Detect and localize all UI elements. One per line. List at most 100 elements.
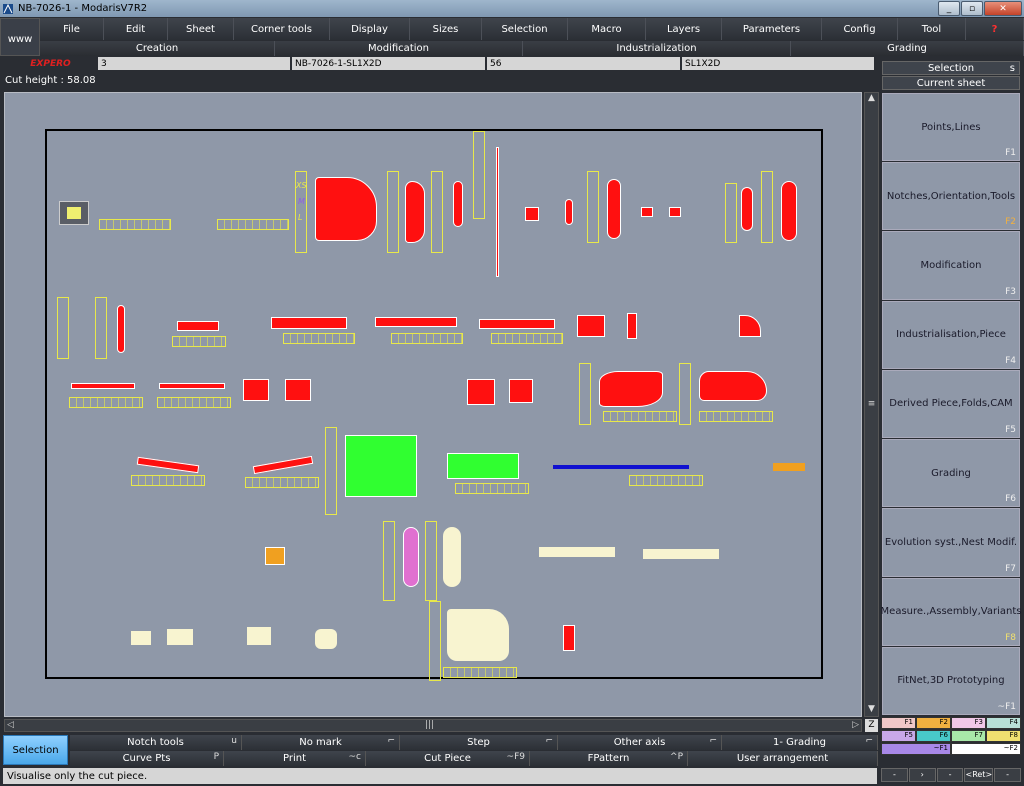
- scroll-left-icon[interactable]: ◁: [7, 720, 14, 730]
- fkey-f5[interactable]: F5: [881, 730, 916, 742]
- selection-button[interactable]: Selection s: [882, 61, 1020, 75]
- menu-macro[interactable]: Macro: [568, 18, 646, 40]
- fkey-shift-f2[interactable]: ~F2: [951, 743, 1021, 755]
- help-icon[interactable]: ?: [966, 18, 1024, 40]
- nav-return[interactable]: <Ret>: [964, 768, 994, 782]
- panel-industrialisation[interactable]: Industrialisation,Piece F4: [882, 300, 1020, 369]
- curve-pts-button[interactable]: Curve Pts P: [70, 751, 224, 766]
- scroll-up-icon[interactable]: ▲: [865, 93, 878, 105]
- selection-mode-button[interactable]: Selection: [3, 735, 68, 765]
- pattern-piece[interactable]: [781, 181, 797, 241]
- menu-edit[interactable]: Edit: [104, 18, 168, 40]
- pattern-piece-cream[interactable]: [315, 629, 337, 649]
- fpattern-button[interactable]: FPattern ^P: [530, 751, 688, 766]
- pattern-piece[interactable]: [699, 371, 767, 401]
- pattern-piece-pink[interactable]: [403, 527, 419, 587]
- category-industrialization[interactable]: Industrialization: [523, 41, 791, 56]
- vertical-scrollbar[interactable]: ▲ ≡ ▼: [864, 92, 879, 717]
- pattern-piece[interactable]: [739, 315, 761, 337]
- pattern-piece[interactable]: [315, 177, 377, 241]
- pattern-piece-green[interactable]: [345, 435, 417, 497]
- no-mark-button[interactable]: No mark ⌐: [242, 735, 400, 750]
- pattern-piece[interactable]: [627, 313, 637, 339]
- pattern-piece[interactable]: [405, 181, 425, 243]
- nav-minus[interactable]: -: [936, 768, 964, 782]
- category-modification[interactable]: Modification: [275, 41, 523, 56]
- panel-modification[interactable]: Modification F3: [882, 231, 1020, 300]
- pattern-piece[interactable]: [375, 317, 457, 327]
- menu-sizes[interactable]: Sizes: [410, 18, 482, 40]
- pattern-piece[interactable]: [71, 383, 135, 389]
- menu-config[interactable]: Config: [822, 18, 898, 40]
- pattern-piece-cream[interactable]: [447, 609, 509, 661]
- scroll-down-icon[interactable]: ▼: [865, 704, 878, 716]
- pattern-piece[interactable]: [285, 379, 311, 401]
- fkey-shift-f1[interactable]: ~F1: [881, 743, 951, 755]
- category-grading[interactable]: Grading: [791, 41, 1024, 56]
- nav-prev[interactable]: -: [881, 768, 908, 782]
- step-button[interactable]: Step ⌐: [400, 735, 558, 750]
- menu-tool[interactable]: Tool: [898, 18, 966, 40]
- user-arrangement-button[interactable]: User arrangement: [688, 751, 878, 766]
- pattern-piece[interactable]: [669, 207, 681, 217]
- menu-selection[interactable]: Selection: [482, 18, 568, 40]
- panel-measure[interactable]: Measure.,Assembly,Variants F8: [881, 577, 1021, 646]
- pattern-piece[interactable]: [641, 207, 653, 217]
- pattern-piece[interactable]: [607, 179, 621, 239]
- pattern-piece[interactable]: [453, 181, 463, 227]
- other-axis-button[interactable]: Other axis ⌐: [558, 735, 722, 750]
- panel-notches[interactable]: Notches,Orientation,Tools F2: [882, 162, 1020, 231]
- panel-derived-piece[interactable]: Derived Piece,Folds,CAM F5: [882, 369, 1020, 439]
- hscroll-grip-icon[interactable]: |||: [425, 720, 434, 730]
- fkey-f4[interactable]: F4: [986, 717, 1021, 729]
- current-sheet-button[interactable]: Current sheet: [882, 76, 1020, 90]
- drawing-canvas[interactable]: XS M L: [4, 92, 862, 717]
- horizontal-scrollbar[interactable]: ◁ ||| ▷: [4, 719, 862, 732]
- sheet-thumbnail[interactable]: [59, 201, 89, 225]
- pattern-piece-green[interactable]: [447, 453, 519, 479]
- nav-end[interactable]: -: [994, 768, 1021, 782]
- pattern-piece[interactable]: [525, 207, 539, 221]
- close-button[interactable]: ✕: [984, 1, 1022, 16]
- fkey-f6[interactable]: F6: [916, 730, 951, 742]
- pattern-piece[interactable]: [117, 305, 125, 353]
- panel-grading[interactable]: Grading F6: [882, 439, 1020, 508]
- panel-fitnet[interactable]: FitNet,3D Prototyping ~F1: [882, 646, 1020, 715]
- category-creation[interactable]: Creation: [40, 41, 275, 56]
- grading-dropdown[interactable]: 1- Grading ⌐: [722, 735, 878, 750]
- pattern-piece[interactable]: [136, 456, 200, 474]
- pattern-piece-cream[interactable]: [643, 549, 719, 559]
- panel-evolution[interactable]: Evolution syst.,Nest Modif. F7: [882, 508, 1020, 577]
- pattern-piece[interactable]: [496, 147, 499, 277]
- menu-sheet[interactable]: Sheet: [168, 18, 234, 40]
- menu-layers[interactable]: Layers: [646, 18, 722, 40]
- menu-parameters[interactable]: Parameters: [722, 18, 822, 40]
- pattern-piece[interactable]: [159, 383, 225, 389]
- menu-corner-tools[interactable]: Corner tools: [234, 18, 330, 40]
- fkey-f8[interactable]: F8: [986, 730, 1021, 742]
- pattern-piece[interactable]: [271, 317, 347, 329]
- pattern-piece-cream[interactable]: [247, 627, 271, 645]
- fkey-f7[interactable]: F7: [951, 730, 986, 742]
- menu-file[interactable]: File: [40, 18, 104, 40]
- pattern-piece[interactable]: [565, 199, 573, 225]
- panel-points-lines[interactable]: Points,Lines F1: [882, 93, 1020, 162]
- fkey-f3[interactable]: F3: [951, 717, 986, 729]
- pattern-piece-cream[interactable]: [167, 629, 193, 645]
- pattern-piece[interactable]: [741, 187, 753, 231]
- pattern-piece[interactable]: [563, 625, 575, 651]
- pattern-piece[interactable]: [177, 321, 219, 331]
- pattern-piece-cream[interactable]: [131, 631, 151, 645]
- notch-tools-button[interactable]: Notch tools u: [70, 735, 242, 750]
- pattern-piece-blue[interactable]: [553, 465, 689, 469]
- menu-display[interactable]: Display: [330, 18, 410, 40]
- pattern-piece-orange[interactable]: [773, 463, 805, 471]
- pattern-piece[interactable]: [479, 319, 555, 329]
- maximize-button[interactable]: ▫: [961, 1, 983, 16]
- pattern-piece-cream[interactable]: [443, 527, 461, 587]
- zoom-button[interactable]: Z: [865, 719, 878, 732]
- fkey-f2[interactable]: F2: [916, 717, 951, 729]
- print-button[interactable]: Print ~c: [224, 751, 366, 766]
- pattern-piece[interactable]: [243, 379, 269, 401]
- pattern-piece[interactable]: [599, 371, 663, 407]
